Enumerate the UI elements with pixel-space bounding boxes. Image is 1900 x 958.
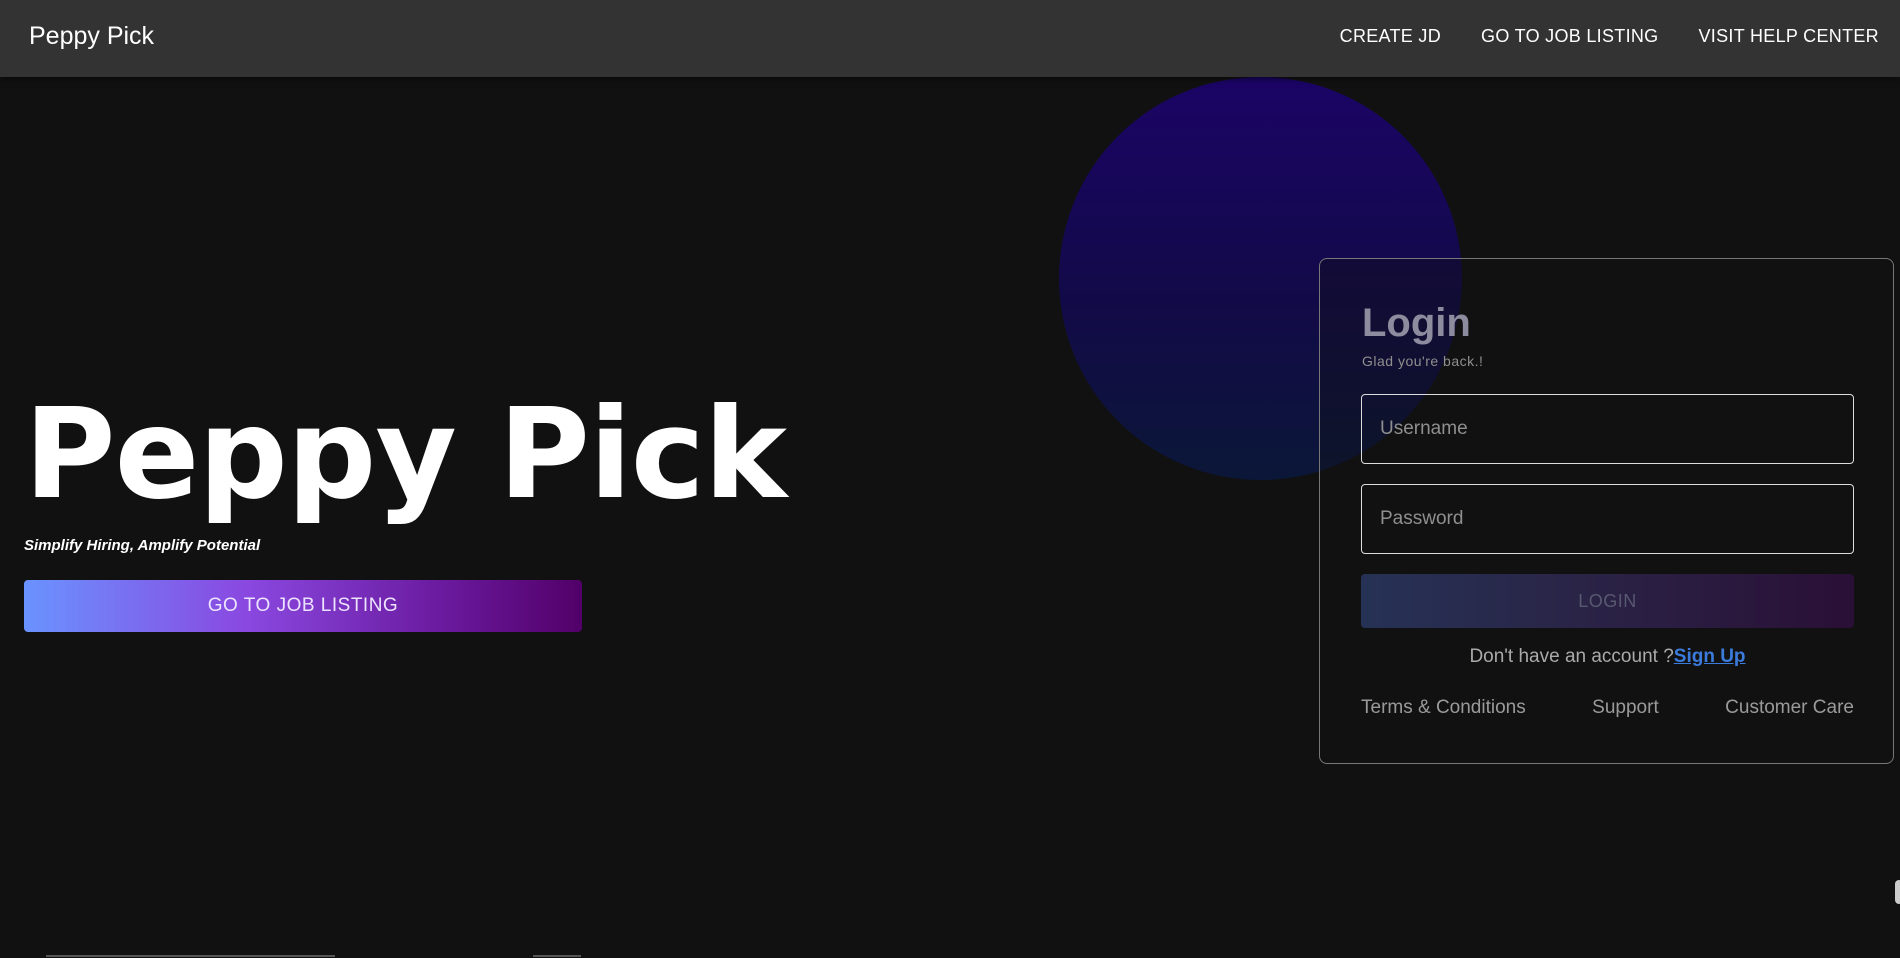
bottom-divider <box>533 955 581 957</box>
hero-title: Peppy Pick <box>24 382 787 527</box>
login-footer-links: Terms & Conditions Support Customer Care <box>1361 697 1854 719</box>
login-button[interactable]: LOGIN <box>1361 574 1854 628</box>
login-card: Login Glad you're back.! LOGIN Don't hav… <box>1319 258 1894 764</box>
edge-scroll-indicator[interactable] <box>1895 880 1900 904</box>
nav-link-help-center[interactable]: VISIT HELP CENTER <box>1699 26 1880 47</box>
signup-link[interactable]: Sign Up <box>1674 646 1746 667</box>
signup-prompt: Don't have an account ? <box>1469 646 1674 667</box>
nav-link-create-jd[interactable]: CREATE JD <box>1340 26 1441 47</box>
bottom-divider <box>46 955 335 957</box>
go-to-job-listing-button[interactable]: GO TO JOB LISTING <box>24 580 582 632</box>
login-title: Login <box>1362 301 1471 345</box>
signup-row: Don't have an account ?Sign Up <box>1320 646 1895 668</box>
login-subtitle: Glad you're back.! <box>1362 353 1484 369</box>
hero-tagline: Simplify Hiring, Amplify Potential <box>24 537 261 554</box>
navbar-links: CREATE JD GO TO JOB LISTING VISIT HELP C… <box>1300 26 1879 47</box>
top-navbar: Peppy Pick CREATE JD GO TO JOB LISTING V… <box>0 0 1900 77</box>
navbar-brand[interactable]: Peppy Pick <box>29 22 154 51</box>
terms-conditions-link[interactable]: Terms & Conditions <box>1361 697 1526 719</box>
nav-link-job-listing[interactable]: GO TO JOB LISTING <box>1481 26 1658 47</box>
username-input[interactable] <box>1361 394 1854 464</box>
support-link[interactable]: Support <box>1592 697 1659 719</box>
customer-care-link[interactable]: Customer Care <box>1725 697 1854 719</box>
password-input[interactable] <box>1361 484 1854 554</box>
